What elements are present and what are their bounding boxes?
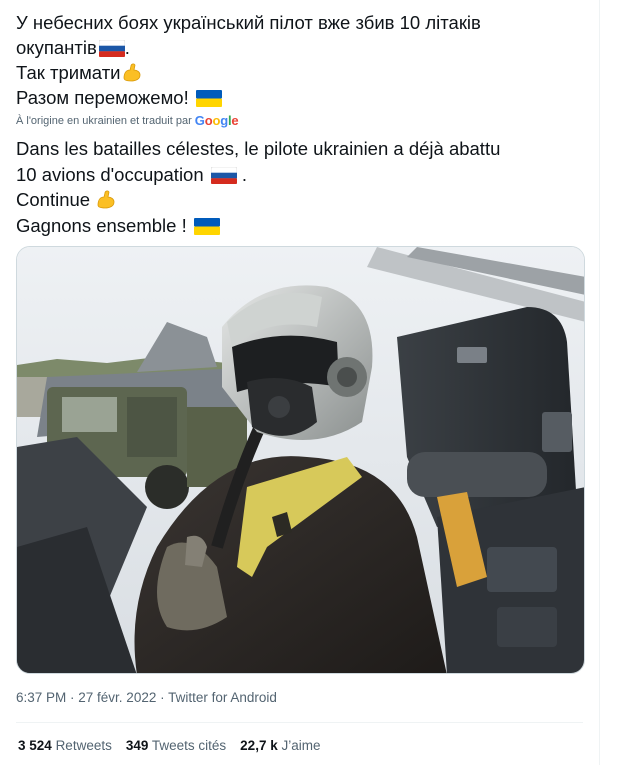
tweet-text-line: 10 avions d'occupation . [16, 162, 586, 188]
likes-label: J’aime [281, 738, 321, 753]
tweet-stats: 3 524 Retweets 349 Tweets cités 22,7 k J… [18, 738, 321, 753]
tweet-photo[interactable] [16, 246, 585, 674]
pilot-photo-illustration [17, 247, 584, 673]
tweet-text-segment: Так тримати [16, 62, 121, 83]
translation-label: À l'origine en ukrainien et traduit par [16, 114, 192, 127]
tweet-metadata: 6:37 PM · 27 févr. 2022 · Twitter for An… [16, 690, 277, 705]
meta-separator: · [156, 690, 169, 705]
tweet-detail: У небесних боях український пілот вже зб… [0, 0, 600, 765]
tweet-time-link[interactable]: 6:37 PM [16, 690, 66, 705]
meta-separator: · [66, 690, 79, 705]
tweet-text-segment: 10 avions d'occupation [16, 163, 204, 185]
flexed-biceps-icon [97, 190, 115, 209]
retweets-label: Retweets [55, 738, 112, 753]
tweet-text-line: Continue [16, 187, 586, 213]
tweet-text-segment: . [124, 37, 130, 58]
retweets-stat[interactable]: 3 524 Retweets [18, 738, 112, 753]
tweet-text-segment: . [236, 163, 248, 185]
tweet-text-line: Разом переможемо! [16, 85, 586, 110]
quotes-count: 349 [125, 738, 149, 753]
tweet-text-segment: Разом переможемо! [16, 87, 189, 108]
flexed-biceps-icon [123, 63, 140, 82]
tweet-text-line: Gagnons ensemble ! [16, 213, 586, 239]
google-letter: e [231, 113, 239, 128]
ukraine-flag-icon [195, 90, 222, 107]
tweet-text-line: Так тримати [16, 60, 586, 85]
tweet-translated-text: Dans les batailles célestes, le pilote u… [16, 136, 586, 238]
translation-attribution[interactable]: À l'origine en ukrainien et traduit par … [16, 113, 239, 128]
tweet-date-link[interactable]: 27 févr. 2022 [78, 690, 156, 705]
tweet-text-segment: Continue [16, 189, 91, 210]
tweet-text-segment: Gagnons ensemble ! [16, 214, 187, 236]
russia-flag-icon [210, 166, 237, 184]
google-logo: Google [195, 113, 239, 128]
tweet-text-line: окупантів. [16, 35, 586, 60]
tweet-original-text: У небесних боях український пілот вже зб… [16, 10, 586, 110]
tweet-text-segment: окупантів [16, 37, 97, 58]
google-letter: G [194, 113, 205, 128]
tweet-text-line: У небесних боях український пілот вже зб… [16, 10, 586, 35]
retweets-count: 3 524 [18, 738, 52, 753]
likes-count: 22,7 k [240, 738, 278, 753]
quote-tweets-stat[interactable]: 349 Tweets cités [126, 738, 226, 753]
tweet-text-segment: Dans les batailles célestes, le pilote u… [16, 138, 501, 159]
russia-flag-icon [98, 40, 125, 57]
tweet-text-line: Dans les batailles célestes, le pilote u… [16, 136, 586, 162]
likes-stat[interactable]: 22,7 k J’aime [240, 738, 320, 753]
tweet-source-link[interactable]: Twitter for Android [168, 690, 277, 705]
divider [16, 722, 583, 723]
quotes-label: Tweets cités [151, 738, 227, 753]
ukraine-flag-icon [193, 217, 220, 235]
tweet-text-segment: У небесних боях український пілот вже зб… [16, 12, 481, 33]
google-letter: g [220, 113, 228, 128]
